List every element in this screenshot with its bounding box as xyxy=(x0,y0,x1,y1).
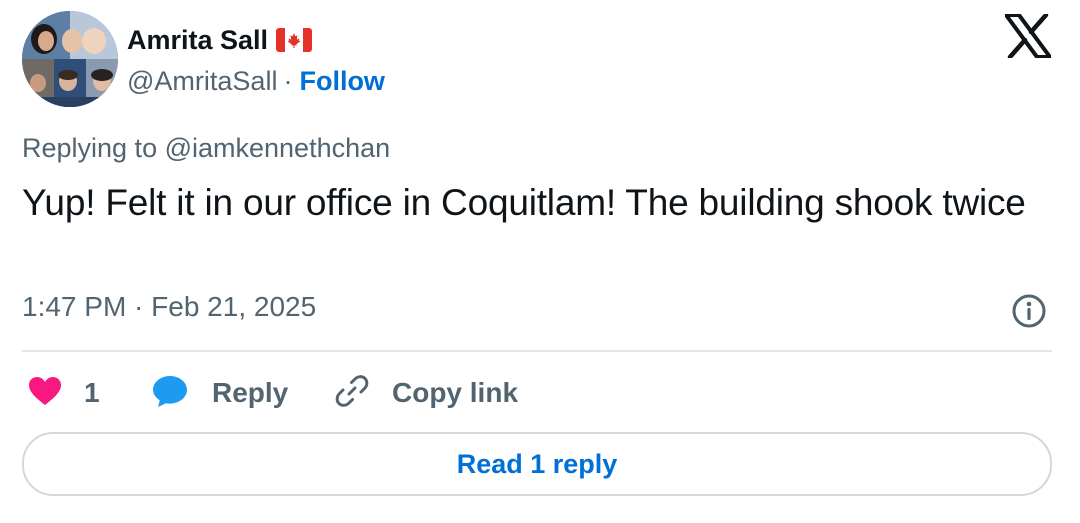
read-replies-label: Read 1 reply xyxy=(456,448,618,479)
copy-link-label: Copy link xyxy=(392,377,519,408)
canada-flag-icon xyxy=(276,28,313,52)
follow-button[interactable]: Follow xyxy=(299,66,384,97)
author-handle[interactable]: @AmritaSall xyxy=(127,66,277,97)
heart-icon xyxy=(28,376,62,411)
reply-label: Reply xyxy=(212,377,289,408)
copy-link-action[interactable]: Copy link xyxy=(334,372,518,414)
author-name-row: Amrita Sall xyxy=(127,20,313,60)
author-name[interactable]: Amrita Sall xyxy=(127,25,268,56)
divider xyxy=(22,350,1052,352)
speech-bubble-icon xyxy=(152,374,188,413)
x-logo-icon[interactable] xyxy=(1004,12,1052,60)
replying-to-mention[interactable]: @iamkennethchan xyxy=(165,133,391,163)
replying-to: Replying to @iamkennethchan xyxy=(22,133,390,164)
tweet-timestamp[interactable]: 1:47 PM · Feb 21, 2025 xyxy=(22,291,316,323)
separator-dot: · xyxy=(283,65,293,96)
like-action[interactable]: 1 xyxy=(28,372,100,414)
info-icon[interactable] xyxy=(1011,293,1047,329)
author-handle-row: @AmritaSall · Follow xyxy=(127,62,385,100)
reply-action[interactable]: Reply xyxy=(152,372,288,414)
like-count: 1 xyxy=(84,377,100,408)
avatar[interactable] xyxy=(22,11,118,107)
replying-to-prefix: Replying to xyxy=(22,133,165,163)
tweet-text: Yup! Felt it in our office in Coquitlam!… xyxy=(22,182,1026,223)
read-replies-button[interactable]: Read 1 reply xyxy=(22,432,1052,496)
link-icon xyxy=(334,373,370,414)
